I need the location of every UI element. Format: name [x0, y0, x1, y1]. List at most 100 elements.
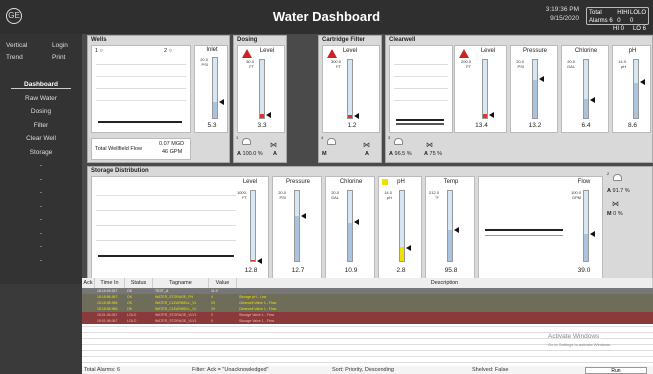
- run-button[interactable]: Run: [585, 367, 647, 374]
- alarm-warning-icon: [459, 49, 469, 58]
- storage-level-label: Level: [242, 179, 258, 185]
- alarm-table[interactable]: Ack Time In Status Tagname Value Descrip…: [82, 278, 653, 374]
- cell-tag: WATER_STORAGE_VLV1: [155, 319, 197, 323]
- sidebar-item-placeholder[interactable]: -: [0, 203, 82, 210]
- inlet-bar: [212, 57, 218, 119]
- storage-ph-bar: [399, 190, 405, 262]
- col-tagname[interactable]: Tagname: [153, 278, 209, 288]
- col-value[interactable]: Value: [209, 278, 237, 288]
- storage-trend-level-card[interactable]: Level 1000. FT 12.8: [91, 176, 269, 279]
- clearwell-valve-pct: 75 %: [429, 151, 443, 157]
- storage-chlorine-bar: [347, 190, 353, 262]
- storage-distribution-panel: Storage Distribution Level 1000. FT 12.8…: [87, 166, 653, 281]
- clearwell-pressure-label: Pressure: [522, 48, 547, 54]
- storage-temp-value: 95.8: [444, 267, 458, 274]
- wells-panel: Wells 1 ○ 2 ○ Inlet 20.0 PSI 5.3 Total W…: [87, 35, 230, 163]
- inlet-card[interactable]: Inlet 20.0 PSI 5.3: [194, 45, 228, 133]
- cartridge-unit: 300.0 FT: [330, 59, 341, 69]
- clock-time: 3:19:36 PM: [545, 6, 579, 13]
- cartridge-level-value: 1.2: [347, 122, 357, 129]
- clearwell-pressure-card[interactable]: Pressure 20.0 PSI 13.2: [510, 45, 558, 133]
- storage-flow-trend-line-2: [485, 235, 563, 236]
- col-ack[interactable]: Ack: [82, 278, 95, 288]
- pump-icon[interactable]: [613, 174, 622, 181]
- sidebar-item-placeholder[interactable]: -: [0, 176, 82, 183]
- storage-pressure-label: Pressure: [285, 179, 310, 185]
- clearwell-level-value: 13.4: [475, 122, 488, 129]
- storage-pressure-pointer: [301, 212, 306, 219]
- vertical-button[interactable]: Vertical: [6, 42, 27, 49]
- sidebar-item-placeholder[interactable]: -: [0, 189, 82, 196]
- cartridge-level-label: Level: [342, 48, 358, 54]
- sidebar-item-placeholder[interactable]: -: [0, 257, 82, 264]
- cartridge-level-card[interactable]: Level 300.0 FT 1.2: [322, 45, 380, 133]
- storage-chlorine-label: Chlorine: [339, 179, 363, 185]
- storage-ph-card[interactable]: pH 14.0 pH 2.8: [378, 176, 422, 279]
- sidebar-item-placeholder[interactable]: -: [0, 162, 82, 169]
- valve-icon[interactable]: ⋈: [363, 141, 370, 149]
- sidebar-item-placeholder[interactable]: -: [0, 230, 82, 237]
- sidebar-item-raw-water[interactable]: Raw Water: [0, 95, 82, 102]
- storage-flow-pointer: [590, 230, 595, 237]
- sidebar-item-clear-well[interactable]: Clear Well: [0, 135, 82, 142]
- sidebar-item-storage[interactable]: Storage: [0, 149, 82, 156]
- clearwell-panel: Clearwell Level 200.0 FT 13.4 Pressure 2…: [385, 35, 653, 163]
- clearwell-pressure-pointer: [539, 76, 544, 83]
- storage-flow-card[interactable]: Flow 100.0 GPM 39.0: [478, 176, 603, 279]
- pump-icon[interactable]: [394, 138, 403, 145]
- storage-temp-unit: 212.0 °F: [428, 190, 439, 200]
- cartridge-pointer: [354, 113, 359, 119]
- sidebar-item-dashboard[interactable]: Dashboard: [11, 81, 71, 89]
- trend-button[interactable]: Trend: [6, 54, 23, 61]
- dosing-level-label: Level: [259, 48, 275, 54]
- sidebar-item-dosing[interactable]: Dosing: [0, 108, 82, 115]
- alarm-footer: Total Alarms: 6 Filter: Ack = "Unacknowl…: [82, 366, 653, 374]
- clearwell-level-card[interactable]: Level 200.0 FT 13.4: [454, 45, 507, 133]
- wellfield-flow-gpm: 46 GPM: [162, 149, 183, 155]
- print-button[interactable]: Print: [52, 54, 65, 61]
- app-window: GE Water Dashboard 3:19:36 PM 9/15/2020 …: [0, 0, 653, 374]
- wells-trend[interactable]: 1 ○ 2 ○: [91, 45, 191, 133]
- well-1-icon: ○: [98, 48, 103, 54]
- col-description[interactable]: Description: [237, 278, 653, 288]
- valve-icon[interactable]: ⋈: [270, 141, 277, 149]
- clearwell-ph-pointer: [640, 79, 645, 86]
- sidebar-item-placeholder[interactable]: -: [0, 216, 82, 223]
- wellfield-flow-mgd: 0.07 MGD: [159, 141, 185, 147]
- alarm-summary[interactable]: Total Alarms 6 HIHI 0 LOLO 0 HI 0 LO 6: [586, 7, 649, 32]
- storage-flow-trend-line: [485, 229, 563, 231]
- pump-icon[interactable]: [327, 138, 336, 145]
- storage-level-pointer: [257, 258, 262, 265]
- dosing-level-bar: [259, 59, 265, 119]
- valve-icon[interactable]: ⋈: [612, 200, 619, 208]
- col-time-in[interactable]: Time In: [95, 278, 125, 288]
- table-row[interactable]: 15:01:06.067 LOLO WATER_STORAGE_VLV1 0 Stora…: [82, 318, 653, 324]
- storage-pressure-card[interactable]: Pressure 20.0 PSI 12.7: [272, 176, 322, 279]
- cartridge-level-bar: [347, 59, 353, 119]
- col-status[interactable]: Status: [125, 278, 153, 288]
- dosing-level-card[interactable]: Level 50.0 FT 3.3: [237, 45, 285, 133]
- storage-pump-pct: 91.7 %: [612, 188, 630, 194]
- inlet-value: 5.3: [207, 122, 217, 129]
- dosing-pointer: [266, 111, 271, 118]
- well-2-icon: ○: [167, 48, 172, 54]
- dashboard-main: Wells 1 ○ 2 ○ Inlet 20.0 PSI 5.3 Total W…: [82, 34, 653, 284]
- wells-trend-line: [98, 121, 182, 123]
- clearwell-ph-label: pH: [628, 48, 637, 54]
- valve-icon[interactable]: ⋈: [426, 141, 433, 149]
- storage-chlorine-card[interactable]: Chlorine 20.0 GAL 10.9: [325, 176, 375, 279]
- sidebar-item-placeholder[interactable]: -: [0, 243, 82, 250]
- storage-temp-card[interactable]: Temp 212.0 °F 95.8: [425, 176, 475, 279]
- clearwell-pressure-bar: [532, 59, 538, 119]
- clearwell-trend[interactable]: [389, 45, 453, 133]
- storage-title: Storage Distribution: [91, 168, 149, 174]
- storage-ph-label: pH: [397, 179, 405, 185]
- sidebar-item-filter[interactable]: Filter: [0, 122, 82, 129]
- clearwell-chlorine-card[interactable]: Chlorine 20.0 GAL 6.4: [561, 45, 609, 133]
- storage-chlorine-unit: 20.0 GAL: [330, 190, 339, 200]
- login-button[interactable]: Login: [52, 42, 68, 49]
- clearwell-ph-card[interactable]: pH 14.0 pH 8.6: [612, 45, 651, 133]
- storage-flow-unit: 100.0 GPM: [570, 190, 581, 200]
- pump-icon[interactable]: [242, 138, 251, 145]
- storage-valve-pct: 0 %: [613, 211, 623, 217]
